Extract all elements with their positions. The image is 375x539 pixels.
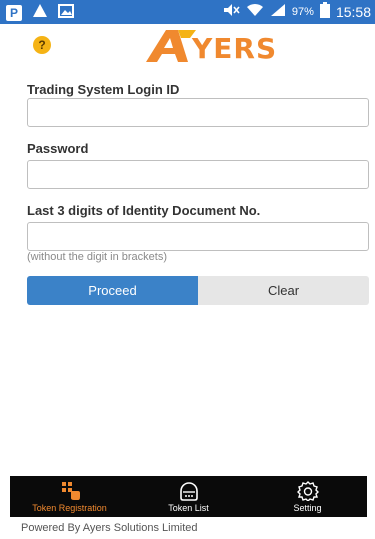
mute-icon [222, 3, 240, 20]
password-label: Password [27, 141, 89, 156]
password-input[interactable] [27, 160, 369, 189]
nav-setting[interactable]: Setting [248, 476, 367, 517]
proceed-button[interactable]: Proceed [27, 276, 198, 305]
nav-token-registration[interactable]: Token Registration [10, 476, 129, 517]
token-device-icon [179, 481, 198, 501]
battery-percent: 97% [291, 5, 314, 18]
login-id-input[interactable] [27, 98, 369, 127]
nav-label: Token List [168, 502, 209, 513]
id-digits-hint: (without the digit in brackets) [27, 251, 168, 263]
warning-icon [32, 3, 48, 23]
nav-label: Setting [293, 502, 322, 513]
status-bar: P 97% 15:58 [0, 0, 375, 24]
powered-by: Powered By Ayers Solutions Limited [21, 522, 198, 534]
logo-text: YERS [192, 32, 278, 65]
gear-icon [296, 480, 319, 501]
id-digits-label: Last 3 digits of Identity Document No. [27, 203, 261, 218]
nav-label: Token Registration [32, 502, 107, 513]
image-icon [58, 3, 74, 23]
wifi-icon [246, 3, 264, 20]
hand-pointer-icon [61, 481, 80, 500]
app-header: ? YERS [0, 24, 375, 68]
clear-button[interactable]: Clear [198, 276, 369, 305]
help-icon[interactable]: ? [33, 36, 51, 54]
bottom-nav: Token Registration Token List Setting [10, 476, 367, 517]
ayers-logo: YERS [144, 28, 278, 65]
nav-token-list[interactable]: Token List [129, 476, 248, 517]
battery-icon [319, 2, 330, 21]
clock: 15:58 [335, 3, 371, 20]
notification-p-icon: P [6, 5, 22, 21]
signal-icon [270, 3, 286, 20]
id-digits-input[interactable] [27, 222, 369, 251]
login-id-label: Trading System Login ID [27, 82, 180, 97]
